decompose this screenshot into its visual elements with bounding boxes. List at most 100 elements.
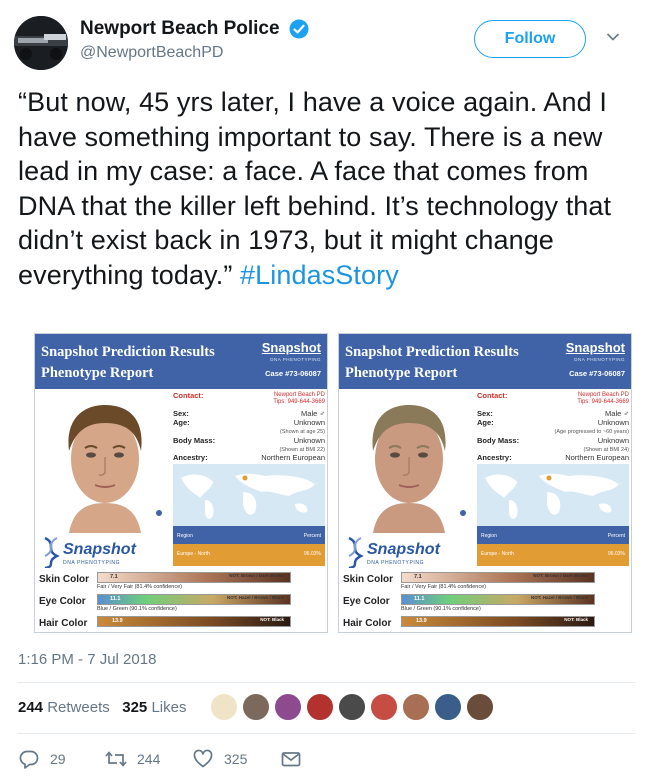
skin-color-value: 7.1 — [414, 574, 422, 580]
likes-label[interactable]: Likes — [151, 699, 186, 716]
follow-button[interactable]: Follow — [474, 20, 586, 58]
eye-color-confidence: Blue / Green (90.1% confidence) — [97, 606, 177, 612]
liker-avatar[interactable] — [306, 693, 334, 721]
liker-avatar[interactable] — [402, 693, 430, 721]
ancestry-table-row: Europe - North 96.03% — [477, 544, 629, 566]
tweet-timestamp[interactable]: 1:16 PM - 7 Jul 2018 — [18, 651, 156, 668]
eye-color-label: Eye Color — [39, 596, 86, 607]
eye-color-confidence: Blue / Green (90.1% confidence) — [401, 606, 481, 612]
contact-value-1: Newport Beach PD — [577, 392, 629, 398]
contact-value-1: Newport Beach PD — [273, 392, 325, 398]
liker-avatar[interactable] — [338, 693, 366, 721]
case-number: Case #73-06087 — [265, 369, 321, 378]
envelope-icon — [281, 752, 301, 767]
liker-avatar[interactable] — [370, 693, 398, 721]
liker-avatar[interactable] — [466, 693, 494, 721]
liker-avatar[interactable] — [434, 693, 462, 721]
like-button[interactable]: 325 — [192, 748, 272, 770]
eye-color-not: NOT: Hazel / Brown / Black — [226, 595, 284, 600]
tweet-actions: 29 244 325 — [18, 748, 638, 772]
retweets-label[interactable]: Retweets — [47, 699, 110, 716]
case-number: Case #73-06087 — [569, 369, 625, 378]
age-note: (Shown at age 25) — [280, 429, 325, 435]
contact-value-2: Tips: 949-644-3669 — [577, 399, 629, 405]
hair-color-value: 13.9 — [112, 618, 123, 624]
likes-count[interactable]: 325 — [122, 699, 147, 716]
user-handle[interactable]: @NewportBeachPD — [80, 44, 223, 62]
brand-sub: DNA PHENOTYPING — [63, 560, 121, 566]
snapshot-logo: Snapshot — [261, 340, 321, 355]
skin-color-not: NOT: Brown / Dark Brown — [533, 573, 588, 578]
verified-badge-icon — [289, 19, 309, 39]
age-value: Unknown — [597, 418, 629, 427]
skin-color-label: Skin Color — [343, 574, 394, 585]
reply-button[interactable]: 29 — [18, 748, 78, 770]
age-note: (Age progressed to ~60 years) — [554, 429, 629, 435]
report-title: Snapshot Prediction Results Phenotype Re… — [345, 342, 519, 384]
region-value: Europe - North — [177, 551, 210, 557]
divider — [18, 682, 636, 683]
eye-color-bar: 11.1 NOT: Hazel / Brown / Black — [97, 594, 291, 605]
report-title-line-2: Phenotype Report — [41, 365, 154, 381]
ancestry-table-header: Region Percent — [477, 526, 629, 544]
liker-avatar[interactable] — [242, 693, 270, 721]
skin-color-not: NOT: Brown / Dark Brown — [229, 573, 284, 578]
ancestry-label: Ancestry: — [173, 453, 208, 462]
face-composite-image — [343, 393, 475, 533]
sex-value: Male ♂ — [605, 409, 629, 418]
eye-color-label: Eye Color — [343, 596, 390, 607]
world-map-image — [173, 464, 325, 526]
face-composite-image — [39, 393, 171, 533]
ancestry-value: Northern European — [261, 453, 325, 462]
like-count: 325 — [224, 751, 248, 767]
report-header: Snapshot Prediction Results Phenotype Re… — [339, 334, 631, 389]
liker-avatar[interactable] — [274, 693, 302, 721]
body-mass-label: Body Mass: — [477, 436, 520, 445]
region-header: Region — [481, 533, 497, 539]
body-mass-value: Unknown — [293, 436, 325, 445]
hair-color-value: 13.9 — [416, 618, 427, 624]
chevron-down-icon[interactable] — [606, 32, 620, 42]
sex-label: Sex: — [173, 409, 189, 418]
tweet-stats: 244 Retweets 325 Likes — [18, 699, 186, 716]
contact-label: Contact: — [477, 391, 508, 400]
skin-color-bar: 7.1 NOT: Brown / Dark Brown — [97, 572, 291, 583]
skin-color-confidence: Fair / Very Fair (81.4% confidence) — [97, 584, 182, 590]
brand-sub: DNA PHENOTYPING — [367, 560, 425, 566]
hair-color-bar: 13.9 NOT: Black — [401, 616, 595, 627]
phenotype-report-image-2[interactable]: Snapshot Prediction Results Phenotype Re… — [338, 333, 632, 633]
age-value: Unknown — [293, 418, 325, 427]
retweet-icon — [105, 751, 127, 767]
report-title-line-1: Snapshot Prediction Results — [345, 344, 519, 360]
retweets-count[interactable]: 244 — [18, 699, 43, 716]
retweet-count: 244 — [137, 751, 161, 767]
skin-color-bar: 7.1 NOT: Brown / Dark Brown — [401, 572, 595, 583]
hair-color-label: Hair Color — [39, 618, 88, 629]
liker-avatar[interactable] — [210, 693, 238, 721]
skin-color-value: 7.1 — [110, 574, 118, 580]
dna-icon — [348, 536, 364, 568]
snapshot-logo-sub: DNA PHENOTYPING — [574, 357, 625, 362]
percent-value: 96.03% — [304, 551, 321, 557]
ancestry-label: Ancestry: — [477, 453, 512, 462]
brand-name: Snapshot — [367, 541, 440, 558]
display-name[interactable]: Newport Beach Police — [80, 18, 280, 40]
percent-header: Percent — [607, 533, 625, 539]
phenotype-report-image-1[interactable]: Snapshot Prediction Results Phenotype Re… — [34, 333, 328, 633]
hair-color-not: NOT: Black — [260, 617, 284, 622]
age-label: Age: — [477, 418, 494, 427]
avatar[interactable] — [14, 16, 68, 70]
snapshot-brand-logo: Snapshot DNA PHENOTYPING — [39, 534, 169, 572]
percent-header: Percent — [303, 533, 321, 539]
report-header: Snapshot Prediction Results Phenotype Re… — [35, 334, 327, 389]
retweet-button[interactable]: 244 — [104, 748, 184, 770]
direct-message-button[interactable] — [280, 748, 304, 770]
hashtag-link[interactable]: #LindasStory — [240, 260, 399, 290]
heart-icon — [193, 749, 213, 768]
snapshot-brand-logo: Snapshot DNA PHENOTYPING — [343, 534, 473, 572]
ancestry-table-header: Region Percent — [173, 526, 325, 544]
brand-name: Snapshot — [63, 541, 136, 558]
report-title-line-1: Snapshot Prediction Results — [41, 344, 215, 360]
report-title: Snapshot Prediction Results Phenotype Re… — [41, 342, 215, 384]
body-mass-label: Body Mass: — [173, 436, 216, 445]
